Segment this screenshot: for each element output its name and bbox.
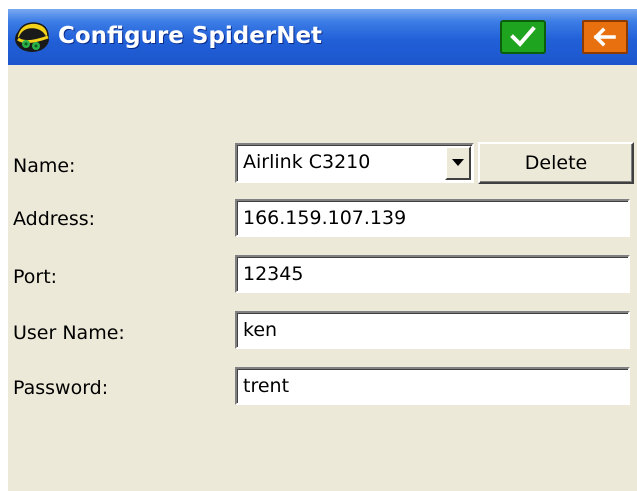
address-label: Address: — [13, 208, 96, 230]
chevron-down-icon — [452, 159, 464, 166]
address-input[interactable] — [243, 205, 613, 231]
window-title: Configure SpiderNet — [58, 23, 323, 49]
accept-button[interactable] — [500, 20, 546, 54]
port-input[interactable] — [243, 261, 613, 287]
username-input[interactable] — [243, 317, 613, 343]
checkmark-icon — [510, 26, 536, 47]
title-bar: Configure SpiderNet — [8, 9, 637, 65]
delete-button[interactable]: Delete — [478, 142, 634, 184]
username-label: User Name: — [13, 322, 125, 344]
password-field[interactable] — [235, 367, 630, 405]
name-dropdown[interactable]: Airlink C3210 — [235, 143, 474, 183]
port-field[interactable] — [235, 255, 630, 293]
back-arrow-icon — [593, 27, 616, 47]
configure-spidernet-window: Configure SpiderNet Name: Airlink C3210 … — [8, 9, 637, 491]
address-field[interactable] — [235, 199, 630, 237]
back-button[interactable] — [582, 20, 628, 54]
port-label: Port: — [13, 266, 58, 288]
dropdown-arrow-button[interactable] — [445, 146, 471, 180]
name-dropdown-value: Airlink C3210 — [243, 151, 371, 173]
spidernet-helmet-icon — [12, 17, 52, 57]
password-input[interactable] — [243, 373, 613, 399]
password-label: Password: — [13, 377, 109, 399]
username-field[interactable] — [235, 311, 630, 349]
name-label: Name: — [13, 155, 76, 177]
